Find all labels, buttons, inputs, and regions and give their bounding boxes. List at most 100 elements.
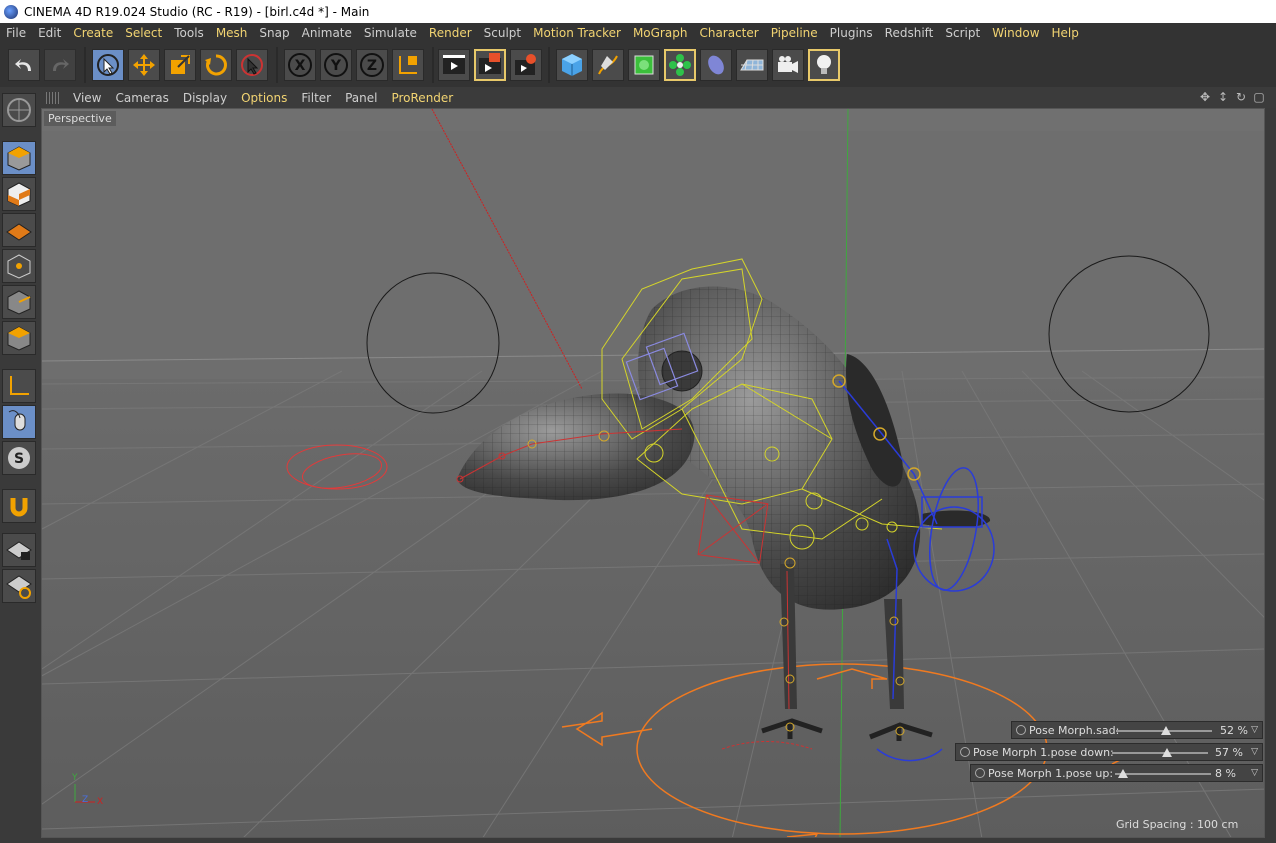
- select-cursor-icon[interactable]: [236, 49, 268, 81]
- menu-motion-tracker[interactable]: Motion Tracker: [527, 26, 627, 40]
- live-selection-icon[interactable]: [92, 49, 124, 81]
- menu-create[interactable]: Create: [67, 26, 119, 40]
- axis-z-label: Z: [82, 795, 89, 805]
- cinema4d-app-icon: [4, 4, 18, 19]
- viewport-menu-panel[interactable]: Panel: [338, 91, 384, 105]
- menu-snap[interactable]: Snap: [253, 26, 295, 40]
- chevron-down-icon[interactable]: ▽: [1251, 768, 1258, 778]
- zoom-view-icon[interactable]: ↕: [1216, 90, 1230, 104]
- z-axis-icon[interactable]: Z: [356, 49, 388, 81]
- camera-label[interactable]: Perspective: [44, 111, 116, 126]
- menu-simulate[interactable]: Simulate: [358, 26, 423, 40]
- slider-knob[interactable]: [1117, 769, 1128, 778]
- menu-window[interactable]: Window: [986, 26, 1045, 40]
- svg-text:X: X: [295, 58, 306, 74]
- cloner-icon[interactable]: [664, 49, 696, 81]
- svg-text:S: S: [14, 451, 24, 467]
- y-axis-icon[interactable]: Y: [320, 49, 352, 81]
- pose-morph-label: Pose Morph 1.pose up:: [988, 766, 1114, 780]
- pose-morph-value: 52 %: [1220, 723, 1248, 737]
- floor-icon[interactable]: [736, 49, 768, 81]
- viewport-menu-prorender[interactable]: ProRender: [384, 91, 460, 105]
- viewport-menu-display[interactable]: Display: [176, 91, 234, 105]
- solo-mode-icon[interactable]: S: [2, 441, 36, 475]
- chevron-down-icon[interactable]: ▽: [1251, 725, 1258, 735]
- scale-icon[interactable]: [164, 49, 196, 81]
- pose-morph-label: Pose Morph.sad:: [1029, 723, 1120, 737]
- menu-help[interactable]: Help: [1046, 26, 1085, 40]
- pose-morph-slider-sad[interactable]: Pose Morph.sad: 52 % ▽: [1011, 721, 1263, 739]
- menu-pipeline[interactable]: Pipeline: [765, 26, 824, 40]
- main-toolbar: X Y Z: [0, 43, 1276, 87]
- pen-icon[interactable]: [592, 49, 624, 81]
- viewport-menu-options[interactable]: Options: [234, 91, 294, 105]
- chevron-down-icon[interactable]: ▽: [1251, 747, 1258, 757]
- rotate-icon[interactable]: [200, 49, 232, 81]
- tweak-mode-icon[interactable]: [2, 405, 36, 439]
- polygons-mode-icon[interactable]: [2, 321, 36, 355]
- menu-animate[interactable]: Animate: [296, 26, 358, 40]
- menu-mesh[interactable]: Mesh: [210, 26, 254, 40]
- pose-morph-enable-icon[interactable]: [960, 747, 970, 757]
- menu-tools[interactable]: Tools: [168, 26, 210, 40]
- model-mode-icon[interactable]: [2, 141, 36, 175]
- light-icon[interactable]: [808, 49, 840, 81]
- render-picture-viewer-icon[interactable]: [474, 49, 506, 81]
- main-menu-bar: File Edit Create Select Tools Mesh Snap Animate…: [0, 23, 1276, 43]
- right-panel-edge: [1265, 108, 1276, 843]
- coordinate-system-icon[interactable]: [392, 49, 424, 81]
- planar-workplane-icon[interactable]: [2, 569, 36, 603]
- edges-mode-icon[interactable]: [2, 285, 36, 319]
- viewport-menu-cameras[interactable]: Cameras: [108, 91, 175, 105]
- workplane-mode-icon[interactable]: [2, 213, 36, 247]
- render-view-icon[interactable]: [438, 49, 470, 81]
- toggle-view-icon[interactable]: ▢: [1252, 90, 1266, 104]
- menu-render[interactable]: Render: [423, 26, 478, 40]
- pose-morph-label: Pose Morph 1.pose down:: [973, 745, 1114, 759]
- pose-morph-slider-pose-up[interactable]: Pose Morph 1.pose up: 8 % ▽: [970, 764, 1263, 782]
- pose-morph-value: 8 %: [1215, 766, 1236, 780]
- cube-icon[interactable]: [556, 49, 588, 81]
- menu-plugins[interactable]: Plugins: [824, 26, 879, 40]
- menu-edit[interactable]: Edit: [32, 26, 67, 40]
- pose-morph-slider-pose-down[interactable]: Pose Morph 1.pose down: 57 % ▽: [955, 743, 1263, 761]
- window-title: CINEMA 4D R19.024 Studio (RC - R19) - [b…: [24, 4, 370, 19]
- deformer-icon[interactable]: [700, 49, 732, 81]
- menu-script[interactable]: Script: [939, 26, 986, 40]
- make-editable-icon[interactable]: [2, 93, 36, 127]
- menu-sculpt[interactable]: Sculpt: [478, 26, 527, 40]
- pose-morph-enable-icon[interactable]: [1016, 725, 1026, 735]
- pose-morph-enable-icon[interactable]: [975, 768, 985, 778]
- subdivision-icon[interactable]: [628, 49, 660, 81]
- menu-mograph[interactable]: MoGraph: [627, 26, 694, 40]
- points-mode-icon[interactable]: [2, 249, 36, 283]
- viewport-menu-bar: View Cameras Display Options Filter Panel ProR…: [40, 87, 1276, 108]
- snap-magnet-icon[interactable]: [2, 489, 36, 523]
- viewport-grip-icon[interactable]: [46, 91, 60, 104]
- menu-select[interactable]: Select: [119, 26, 168, 40]
- camera-icon[interactable]: [772, 49, 804, 81]
- grid-spacing-readout: Grid Spacing : 100 cm: [1116, 818, 1239, 831]
- x-axis-icon[interactable]: X: [284, 49, 316, 81]
- move-icon[interactable]: [128, 49, 160, 81]
- slider-knob[interactable]: [1160, 726, 1171, 735]
- rotate-view-icon[interactable]: ↻: [1234, 90, 1248, 104]
- viewport-menu-filter[interactable]: Filter: [294, 91, 338, 105]
- texture-mode-icon[interactable]: [2, 177, 36, 211]
- render-settings-icon[interactable]: [510, 49, 542, 81]
- menu-character[interactable]: Character: [693, 26, 764, 40]
- undo-icon[interactable]: [8, 49, 40, 81]
- title-bar: CINEMA 4D R19.024 Studio (RC - R19) - [b…: [0, 0, 1276, 23]
- axis-y-label: Y: [72, 773, 78, 783]
- axis-x-label: X: [97, 797, 104, 807]
- viewport-menu-view[interactable]: View: [66, 91, 108, 105]
- svg-text:Y: Y: [330, 58, 342, 74]
- axis-mode-icon[interactable]: [2, 369, 36, 403]
- menu-file[interactable]: File: [0, 26, 32, 40]
- redo-icon[interactable]: [44, 49, 76, 81]
- workplane-lock-icon[interactable]: [2, 533, 36, 567]
- pose-morph-value: 57 %: [1215, 745, 1243, 759]
- menu-redshift[interactable]: Redshift: [879, 26, 940, 40]
- pan-view-icon[interactable]: ✥: [1198, 90, 1212, 104]
- slider-knob[interactable]: [1161, 748, 1172, 757]
